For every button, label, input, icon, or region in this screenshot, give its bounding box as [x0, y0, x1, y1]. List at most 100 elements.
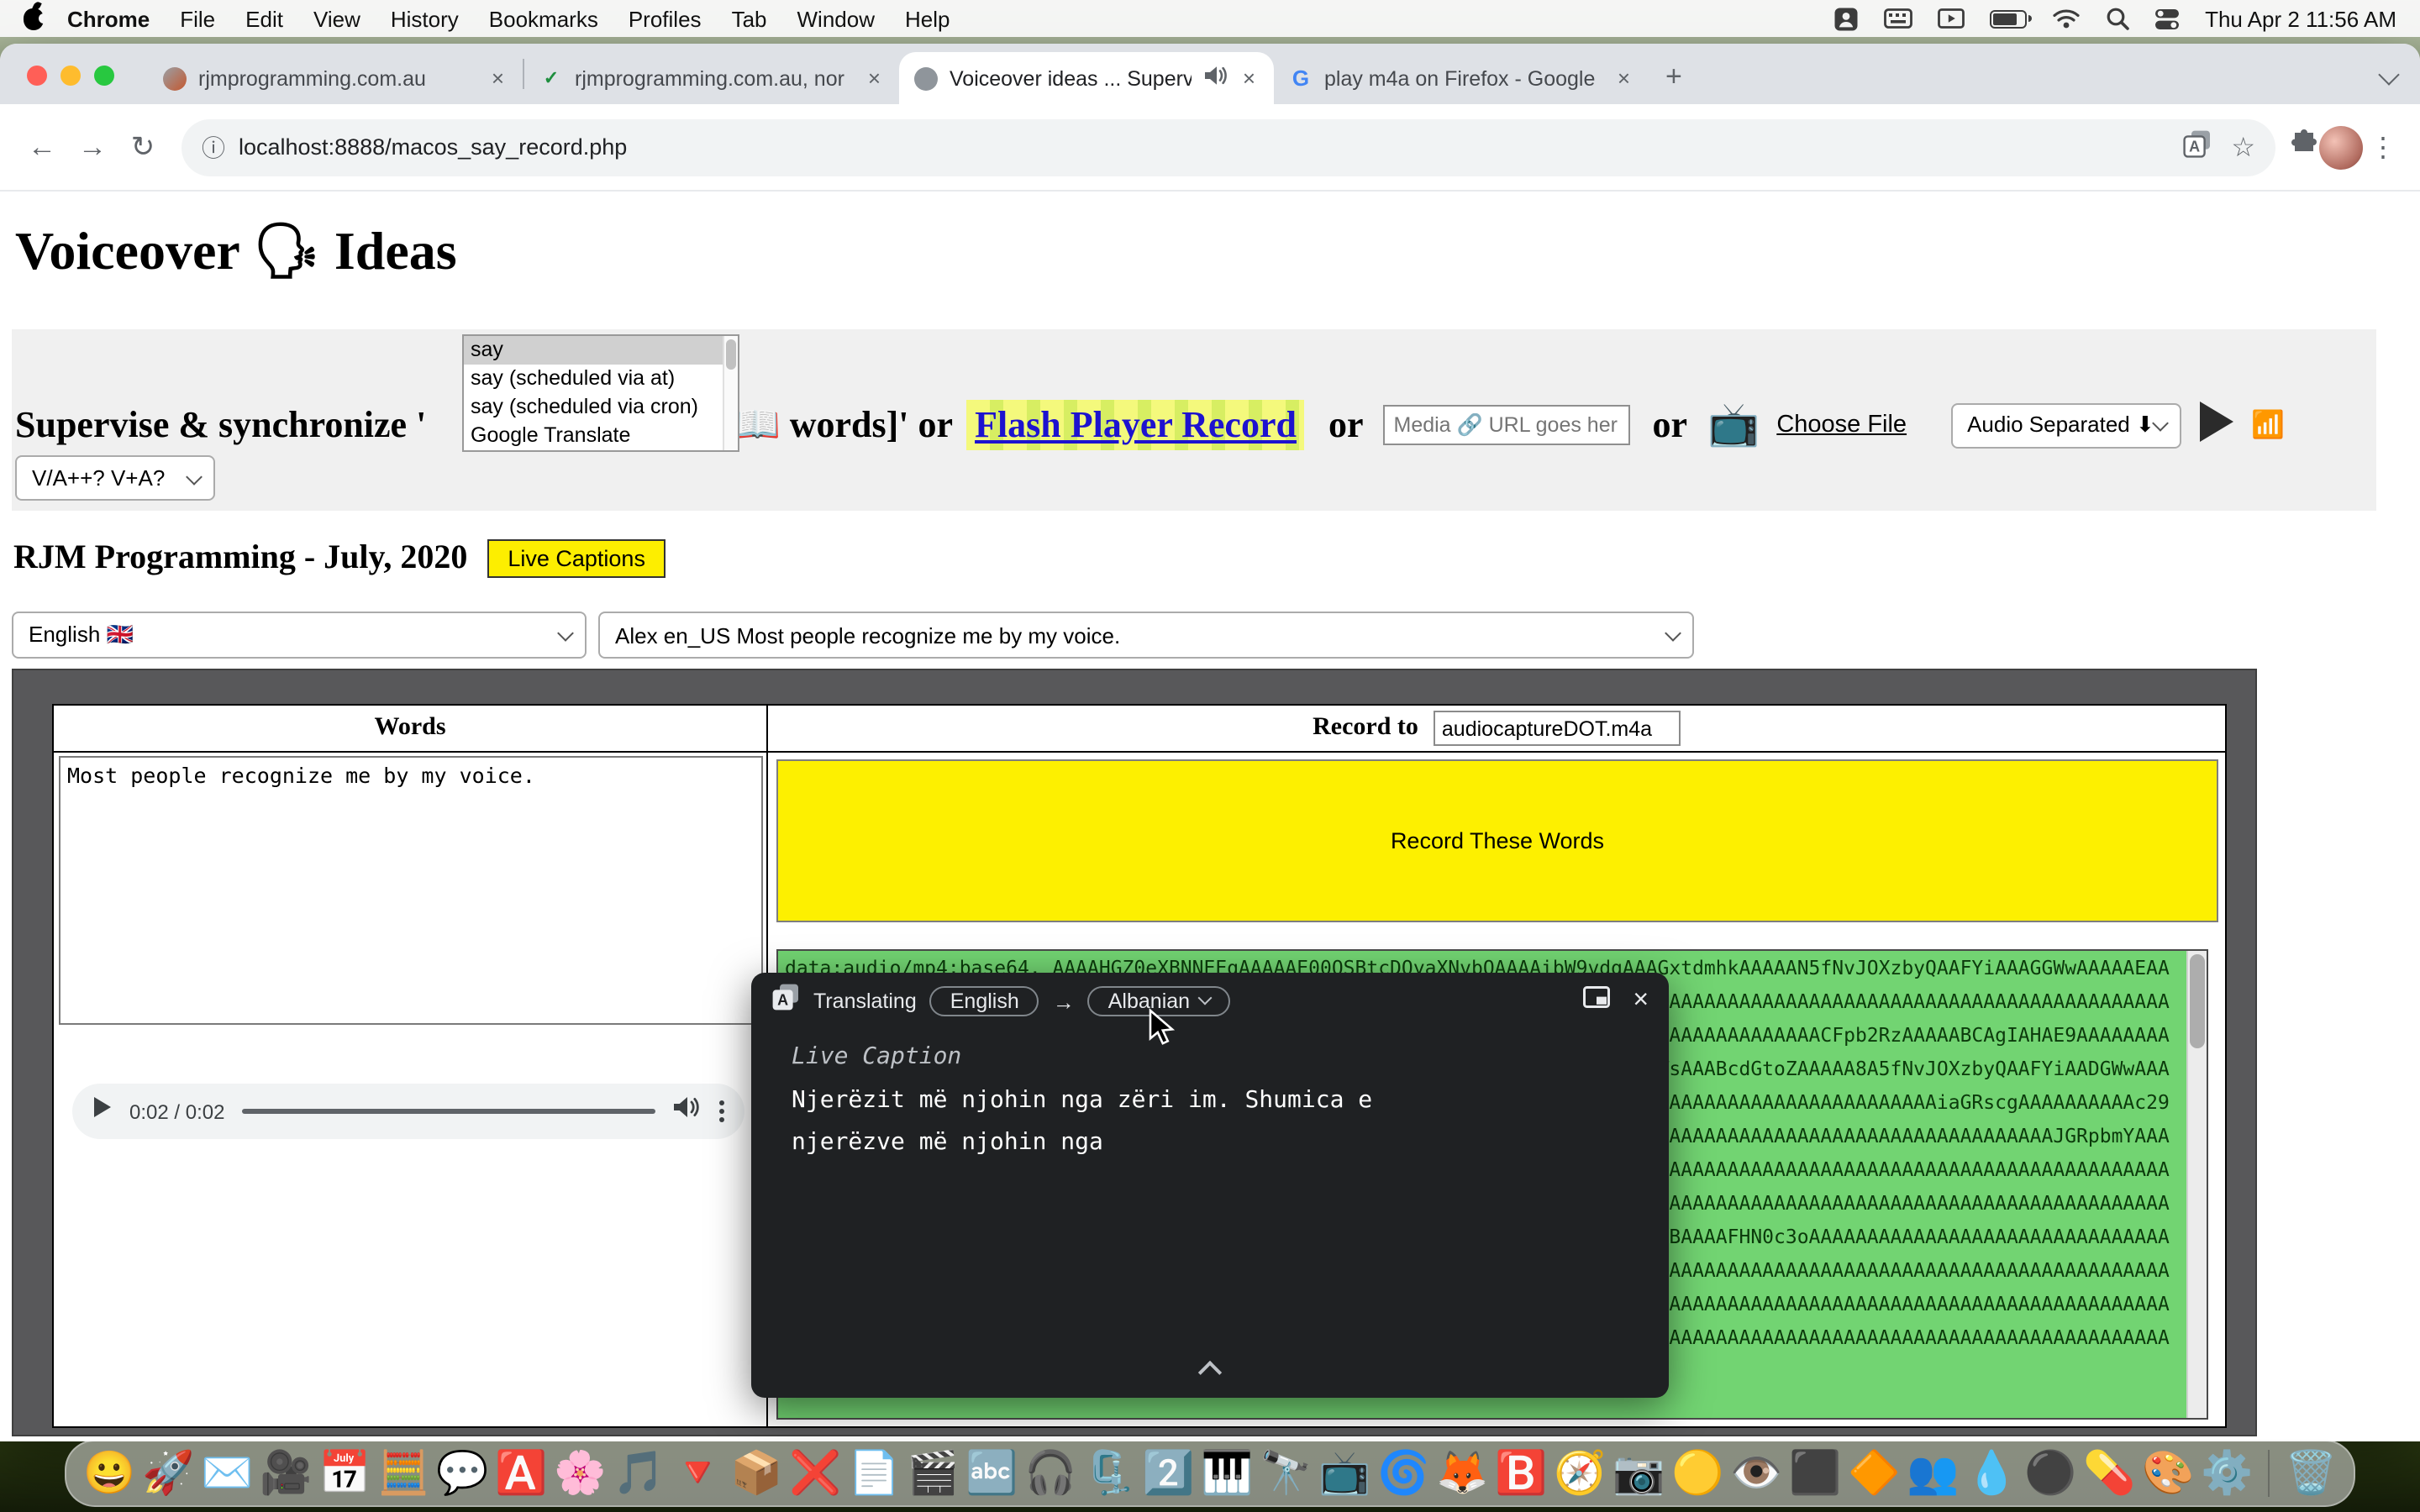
menubar-item-history[interactable]: History [391, 6, 459, 31]
menubar-item-tab[interactable]: Tab [732, 6, 767, 31]
screen-mirroring-icon[interactable] [1938, 8, 1965, 29]
say-listbox[interactable]: saysay (scheduled via at)say (scheduled … [462, 334, 739, 452]
dock-item-facetime[interactable]: 🎥 [260, 1443, 312, 1504]
mode-select[interactable]: V/A++? V+A? [15, 455, 215, 501]
language-select[interactable]: English 🇬🇧 [12, 612, 587, 659]
tab-close-icon[interactable]: × [1239, 66, 1259, 91]
dock-item-pill-app[interactable]: 💊 [2083, 1443, 2135, 1504]
dock-item-terminal[interactable]: ⬛ [1789, 1443, 1841, 1504]
dock-item-music[interactable]: 🎵 [613, 1443, 665, 1504]
dock-item-black-app[interactable]: ⚫ [2024, 1443, 2076, 1504]
back-icon[interactable]: ← [17, 122, 67, 172]
say-option[interactable]: Google Translate [464, 422, 723, 450]
dock-item-firefox[interactable]: 🦊 [1436, 1443, 1488, 1504]
dock-item-trash[interactable]: 🗑️ [2285, 1443, 2337, 1504]
dock-item-obs[interactable]: 👁️ [1730, 1443, 1782, 1504]
player-volume-icon[interactable] [672, 1095, 699, 1127]
dock-item-tv[interactable]: 📺 [1318, 1443, 1370, 1504]
dock-item-finder[interactable]: 😀 [83, 1443, 135, 1504]
dock-item-mail[interactable]: ✉️ [201, 1443, 253, 1504]
minimize-window-button[interactable] [60, 66, 81, 86]
dock-item-safari[interactable]: 🧭 [1554, 1443, 1606, 1504]
new-tab-button[interactable]: + [1665, 60, 1682, 94]
menubar-item-window[interactable]: Window [797, 6, 876, 31]
dock-item-water-app[interactable]: 💧 [1965, 1443, 2018, 1504]
translate-icon[interactable]: A [2182, 129, 2211, 165]
close-window-button[interactable] [27, 66, 47, 86]
dock-item-dictionary[interactable]: 🔤 [965, 1443, 1018, 1504]
dock-item-settings[interactable]: ⚙️ [2201, 1443, 2253, 1504]
dock-item-calendar[interactable]: 📅 [318, 1443, 371, 1504]
spotlight-search-icon[interactable] [2106, 7, 2129, 30]
user-status-icon[interactable] [1833, 6, 1859, 31]
say-option[interactable]: say (scheduled via at) [464, 365, 723, 393]
zoom-window-button[interactable] [94, 66, 114, 86]
menubar-item-profiles[interactable]: Profiles [629, 6, 702, 31]
tab-audio-icon[interactable] [1204, 66, 1228, 91]
flash-player-record-link[interactable]: Flash Player Record [966, 400, 1305, 450]
tab-play-m4a[interactable]: G play m4a on Firefox - Google × [1274, 52, 1649, 104]
wifi-icon[interactable] [2052, 8, 2081, 29]
say-option[interactable]: say [464, 336, 723, 365]
profile-avatar[interactable] [2319, 125, 2363, 169]
dock-item-filezilla[interactable]: 🔻 [671, 1443, 723, 1504]
menubar-item-edit[interactable]: Edit [245, 6, 283, 31]
menubar-item-bookmarks[interactable]: Bookmarks [489, 6, 598, 31]
player-menu-icon[interactable] [719, 1100, 724, 1122]
site-info-icon[interactable]: ⓘ [202, 130, 225, 164]
menubar-item-help[interactable]: Help [905, 6, 950, 31]
source-language-pill[interactable]: English [930, 986, 1039, 1016]
dock-item-launchpad[interactable]: 🚀 [142, 1443, 194, 1504]
play-icon[interactable] [2196, 399, 2236, 451]
tab-voiceover-active[interactable]: Voiceover ideas ... Superv × [899, 52, 1274, 104]
dock-item-teams[interactable]: 👥 [1907, 1443, 1959, 1504]
player-play-icon[interactable] [92, 1095, 113, 1127]
levels-icon[interactable]: 📶 [2251, 408, 2285, 442]
dock-item-messages[interactable]: 💬 [436, 1443, 488, 1504]
choose-file-button[interactable]: Choose File [1776, 412, 1907, 438]
listbox-scrollbar[interactable] [723, 336, 738, 450]
media-url-input[interactable] [1384, 405, 1631, 445]
record-these-words-button[interactable]: Record These Words [776, 759, 2218, 922]
browser-menu-icon[interactable]: ⋮ [2370, 130, 2396, 164]
dock-item-paint-app[interactable]: 🎨 [2142, 1443, 2194, 1504]
apple-menu-icon[interactable] [24, 8, 44, 29]
dock-item-photos[interactable]: 🌸 [554, 1443, 606, 1504]
tab-rjmprogramming-2[interactable]: ✓ rjmprogramming.com.au, nor × [524, 52, 899, 104]
forward-icon[interactable]: → [67, 122, 118, 172]
dock-item-app-store[interactable]: 🅰️ [495, 1443, 547, 1504]
extensions-icon[interactable] [2289, 128, 2319, 166]
output-scrollbar[interactable] [2186, 951, 2207, 1418]
audio-player[interactable]: 0:02 / 0:02 [72, 1084, 744, 1139]
control-center-icon[interactable] [2154, 8, 2180, 29]
live-caption-window[interactable]: A Translating English → Albanian × Live … [751, 973, 1669, 1398]
dock-item-quicktime[interactable]: 🎬 [907, 1443, 959, 1504]
dock-item-package-app[interactable]: 📦 [730, 1443, 782, 1504]
battery-icon[interactable] [1990, 9, 2027, 28]
dock-item-camera-app[interactable]: 📷 [1612, 1443, 1665, 1504]
menubar-item-chrome[interactable]: Chrome [67, 6, 150, 31]
dock-item-vlc[interactable]: 🔶 [1848, 1443, 1900, 1504]
tab-rjmprogramming[interactable]: rjmprogramming.com.au × [148, 52, 523, 104]
close-icon[interactable]: × [1633, 986, 1649, 1016]
address-bar[interactable]: ⓘ localhost:8888/macos_say_record.php A … [182, 118, 2275, 176]
live-captions-button[interactable]: Live Captions [487, 539, 666, 578]
record-filename-input[interactable] [1434, 711, 1681, 746]
words-textarea[interactable]: Most people recognize me by my voice. [59, 756, 763, 1025]
keyboard-icon[interactable] [1884, 8, 1912, 29]
expand-chevron-icon[interactable] [1198, 1361, 1222, 1384]
menubar-item-view[interactable]: View [313, 6, 360, 31]
dock-item-calculator[interactable]: 🧮 [377, 1443, 429, 1504]
reload-icon[interactable]: ↻ [118, 122, 168, 172]
dock-item-telescope-app[interactable]: 🔭 [1260, 1443, 1312, 1504]
say-option[interactable]: say (scheduled via cron) [464, 393, 723, 422]
player-seekbar[interactable] [241, 1109, 655, 1114]
dock-item-textedit[interactable]: 📄 [848, 1443, 900, 1504]
tab-search-chevron-icon[interactable] [2378, 64, 2399, 85]
tab-close-icon[interactable]: × [488, 66, 508, 91]
menubar-item-file[interactable]: File [180, 6, 215, 31]
menubar-clock[interactable]: Thu Apr 2 11:56 AM [2205, 6, 2396, 31]
dock-item-podcasts[interactable]: 🎧 [1024, 1443, 1076, 1504]
tab-close-icon[interactable]: × [865, 66, 884, 91]
dock-item-chrome[interactable]: 🟡 [1671, 1443, 1723, 1504]
